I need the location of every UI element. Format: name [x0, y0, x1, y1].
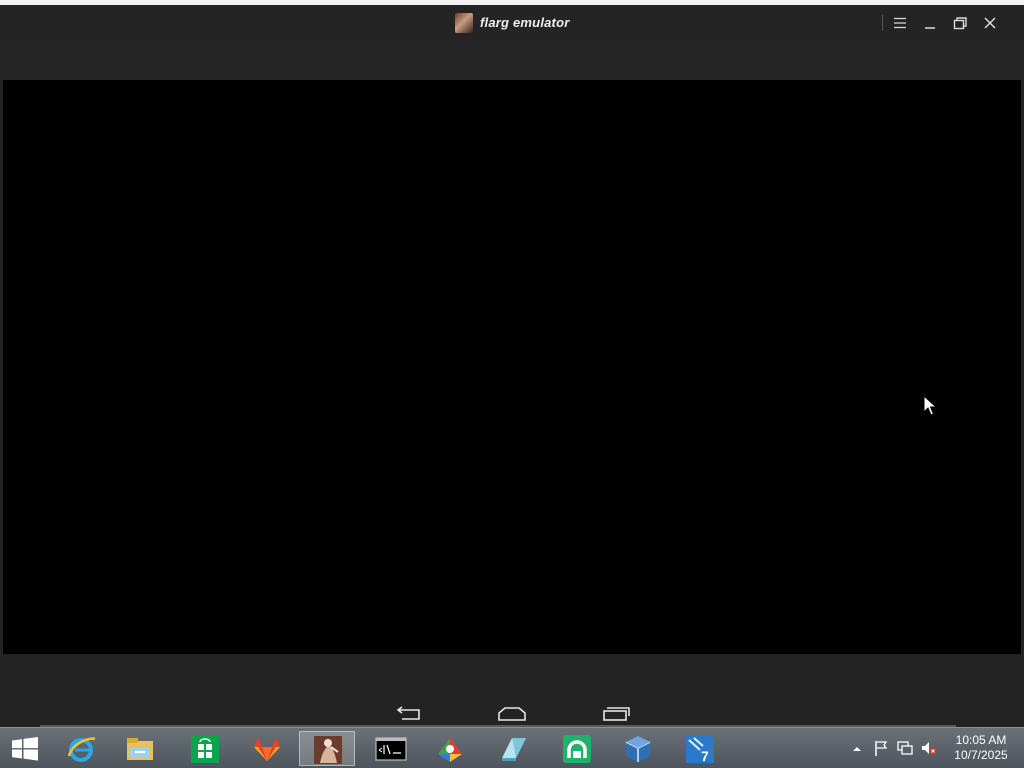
- flarg-emulator-icon: [314, 736, 342, 764]
- recents-icon: [603, 707, 630, 721]
- emulator-screen[interactable]: [3, 80, 1021, 654]
- command-prompt-icon: [375, 737, 407, 761]
- taskbar-paint[interactable]: [422, 731, 478, 766]
- emulator-window: flarg emulator: [0, 5, 1024, 727]
- restore-button[interactable]: [947, 10, 973, 36]
- android-emulator-icon: [563, 735, 591, 763]
- network-icon: [897, 741, 913, 755]
- taskbar-file-explorer[interactable]: [112, 731, 168, 766]
- network-button[interactable]: [896, 736, 914, 760]
- taskbar-eraser[interactable]: [486, 731, 542, 766]
- show-hidden-icons-icon: [853, 747, 861, 751]
- clock-time: 10:05 AM: [955, 733, 1007, 747]
- taskbar-clock[interactable]: 10:05 AM 10/7/2025: [948, 733, 1014, 763]
- file-explorer-icon: [127, 738, 153, 760]
- action-center-flag-icon: [875, 741, 888, 756]
- paint-icon: [438, 738, 462, 762]
- windows-logo-icon: [12, 737, 38, 761]
- menu-icon: [894, 17, 906, 29]
- title-separator: [882, 15, 883, 31]
- taskbar-gitlab[interactable]: [239, 731, 295, 766]
- back-icon: [396, 706, 420, 720]
- recents-button[interactable]: [601, 705, 631, 723]
- taskbar-windows7-tools[interactable]: 7: [672, 731, 728, 766]
- emulator-toolbar-band: [0, 40, 1024, 80]
- home-icon: [498, 707, 526, 721]
- back-button[interactable]: [393, 705, 423, 723]
- minimize-icon: [925, 27, 935, 29]
- home-button[interactable]: [496, 705, 528, 723]
- taskbar-android-emulator[interactable]: [549, 731, 605, 766]
- taskbar-virtualbox[interactable]: [610, 731, 666, 766]
- windows-taskbar: 7 10:05 AM 10/7/2025: [0, 727, 1024, 768]
- volume-button[interactable]: [920, 736, 938, 760]
- taskbar-command-prompt[interactable]: [363, 731, 419, 766]
- window-title: flarg emulator: [480, 15, 570, 30]
- virtualbox-icon: [625, 736, 651, 762]
- eraser-icon: [502, 738, 526, 761]
- close-button[interactable]: [977, 10, 1003, 36]
- show-hidden-icons-button[interactable]: [848, 736, 866, 760]
- android-nav-bar: [0, 654, 1024, 727]
- mouse-cursor-icon: [923, 395, 937, 416]
- store-icon: [191, 736, 219, 763]
- title-bar[interactable]: flarg emulator: [0, 5, 1024, 40]
- taskbar-internet-explorer[interactable]: [54, 731, 110, 766]
- clock-date: 10/7/2025: [954, 748, 1008, 762]
- taskbar-store[interactable]: [177, 731, 233, 766]
- svg-text:7: 7: [701, 748, 709, 764]
- minimize-button[interactable]: [917, 10, 943, 36]
- action-center-button[interactable]: [872, 736, 890, 760]
- taskbar-flarg-emulator[interactable]: [299, 731, 355, 766]
- volume-muted-icon: [922, 742, 937, 755]
- restore-icon: [953, 17, 967, 30]
- windows7-tools-icon: 7: [686, 736, 714, 764]
- flarg-app-icon: [455, 13, 473, 33]
- gitlab-icon: [254, 737, 280, 761]
- internet-explorer-icon: [67, 737, 96, 762]
- menu-button[interactable]: [887, 10, 913, 36]
- close-icon: [984, 17, 996, 29]
- start-button[interactable]: [2, 730, 48, 767]
